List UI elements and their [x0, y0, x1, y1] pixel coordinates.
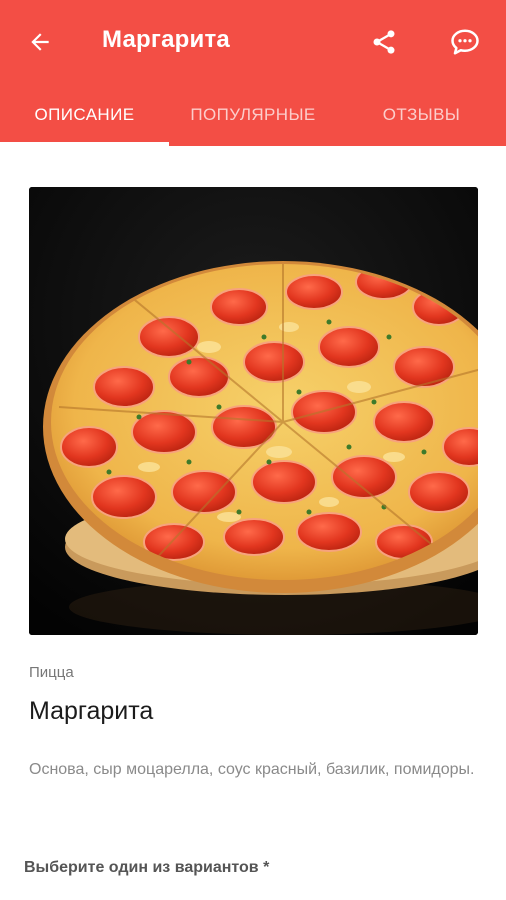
tab-description[interactable]: ОПИСАНИЕ	[0, 84, 169, 146]
tab-indicator	[0, 142, 169, 146]
tab-bar: ОПИСАНИЕ ПОПУЛЯРНЫЕ ОТЗЫВЫ	[0, 84, 506, 146]
back-button[interactable]	[20, 22, 60, 62]
chat-bubble-icon	[451, 29, 479, 55]
page-title: Маргарита	[102, 26, 230, 53]
app-bar: Маргарита ОПИСАНИЕ ПОПУЛЯРНЫЕ ОТЗЫВЫ	[0, 0, 506, 146]
pizza-photo	[29, 187, 478, 635]
arrow-left-icon	[31, 33, 49, 51]
product-category: Пицца	[29, 664, 74, 681]
toolbar: Маргарита	[0, 0, 506, 84]
chat-button[interactable]	[444, 22, 486, 62]
variants-label: Выберите один из вариантов *	[24, 859, 270, 876]
share-button[interactable]	[364, 22, 404, 62]
product-description: Основа, сыр моцарелла, соус красный, баз…	[29, 761, 475, 778]
share-icon	[373, 30, 395, 54]
tab-popular[interactable]: ПОПУЛЯРНЫЕ	[169, 84, 337, 146]
tab-reviews[interactable]: ОТЗЫВЫ	[337, 84, 506, 146]
product-name: Маргарита	[29, 697, 154, 725]
